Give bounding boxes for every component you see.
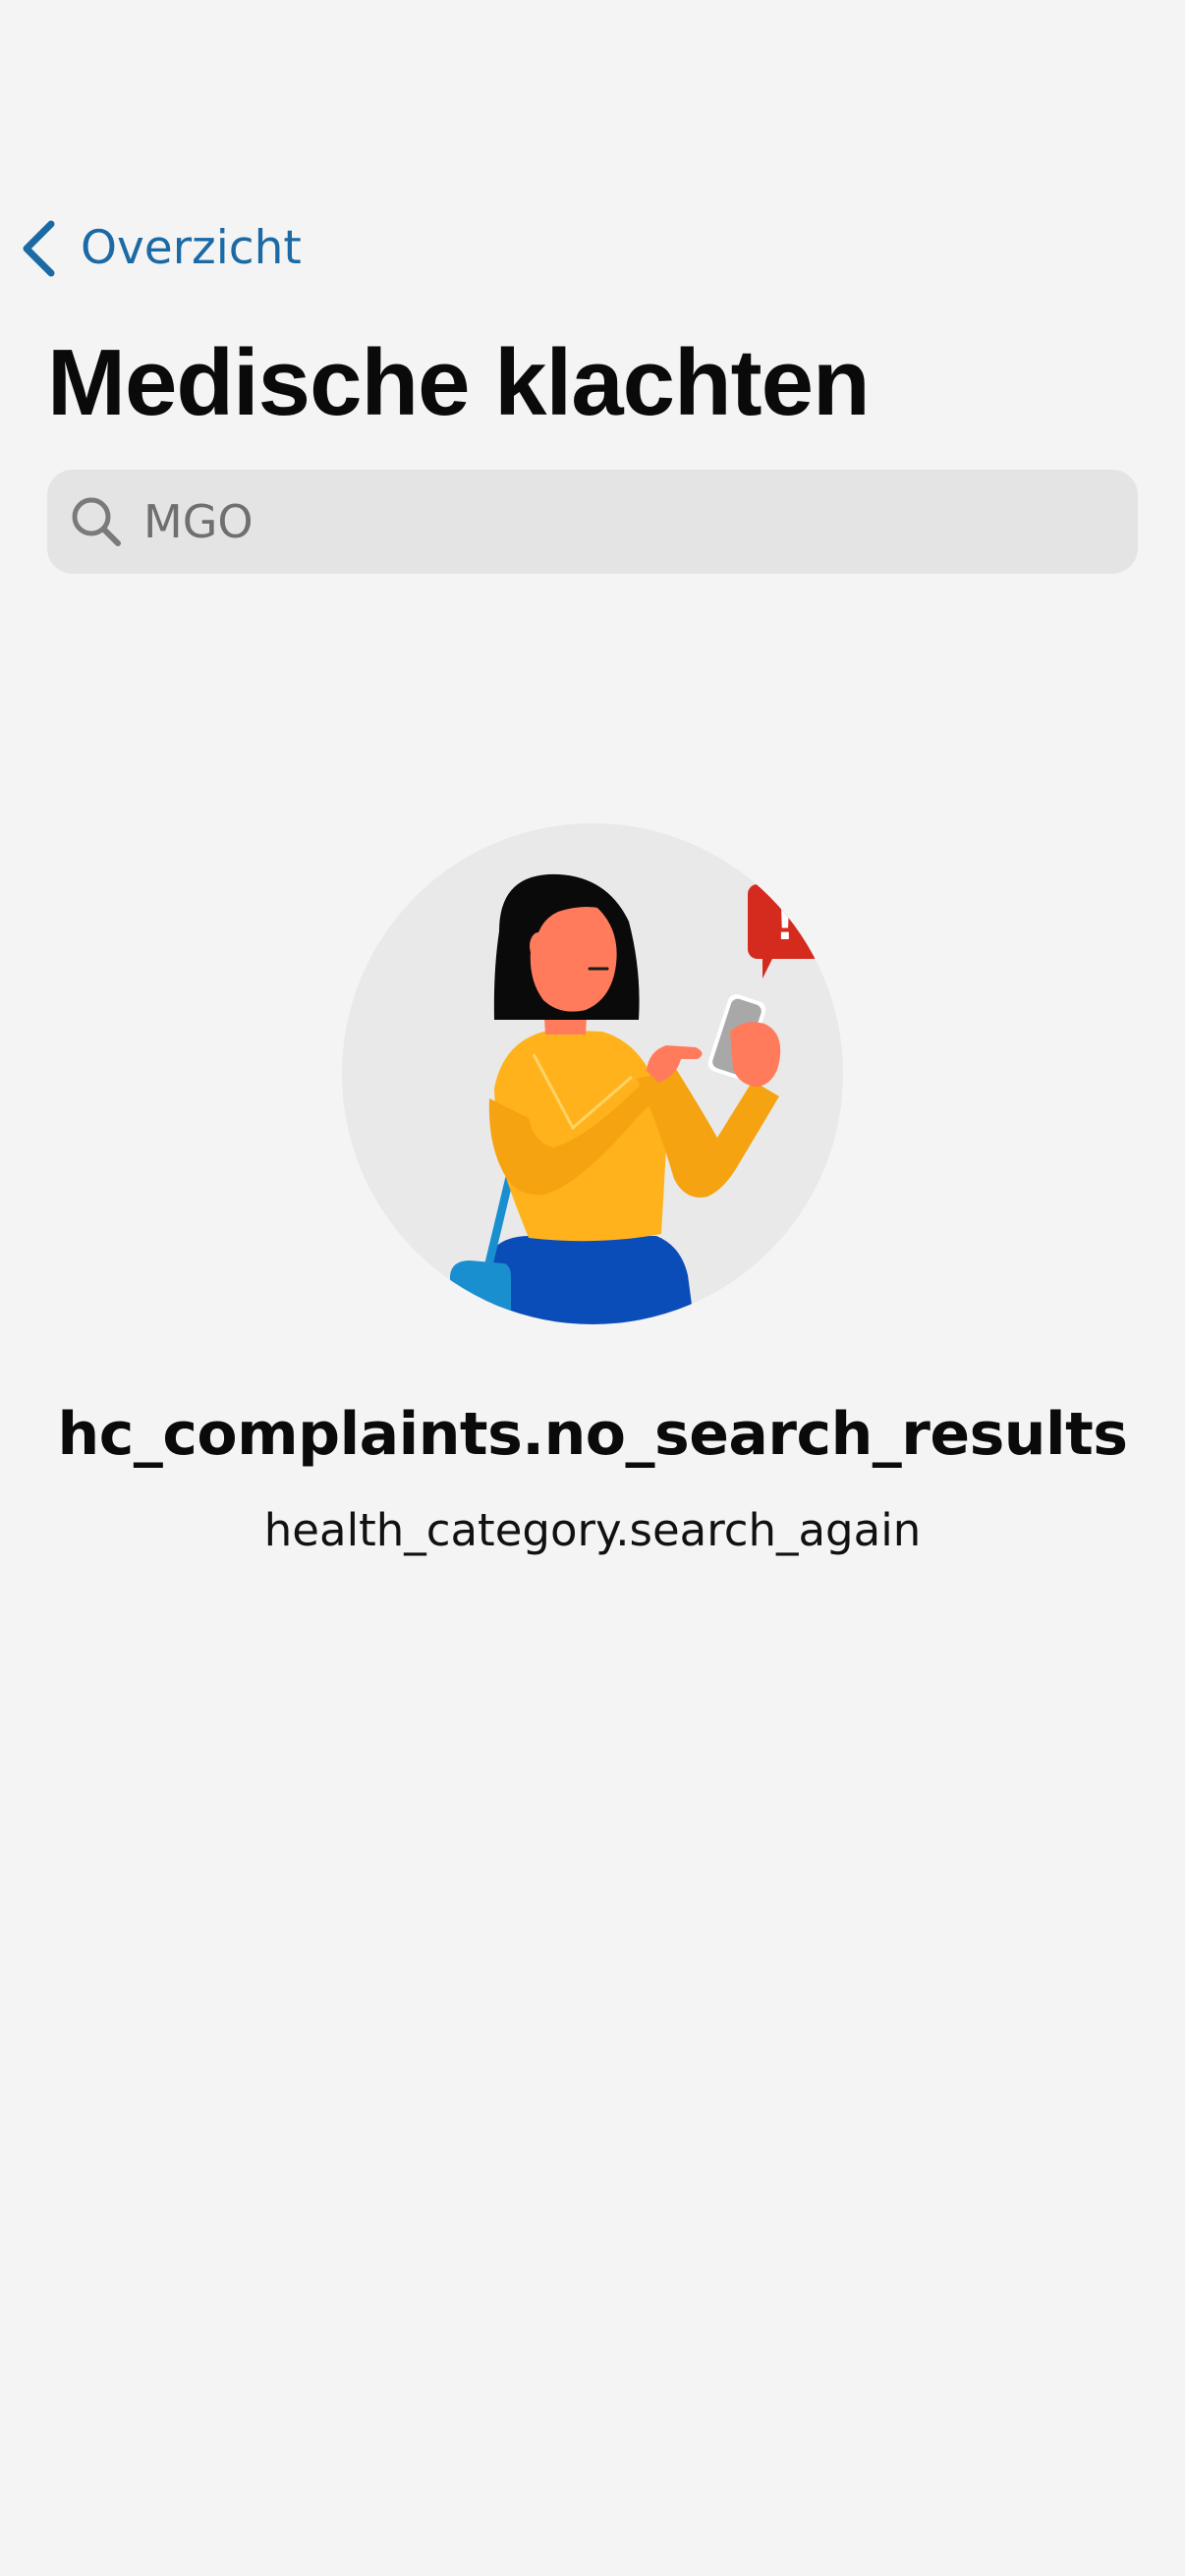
back-button[interactable]: Overzicht <box>18 214 302 283</box>
search-icon <box>69 494 124 549</box>
woman-with-phone-alert-illustration: ! <box>342 823 843 1324</box>
empty-state-title: hc_complaints.no_search_results <box>57 1400 1128 1469</box>
page-title: Medische klachten <box>47 330 871 435</box>
alert-exclamation: ! <box>776 889 795 951</box>
chevron-left-icon <box>18 218 59 279</box>
search-bar[interactable] <box>47 470 1138 574</box>
empty-state-subtitle: health_category.search_again <box>263 1504 922 1556</box>
back-label: Overzicht <box>81 221 302 275</box>
search-input[interactable] <box>143 482 1087 561</box>
